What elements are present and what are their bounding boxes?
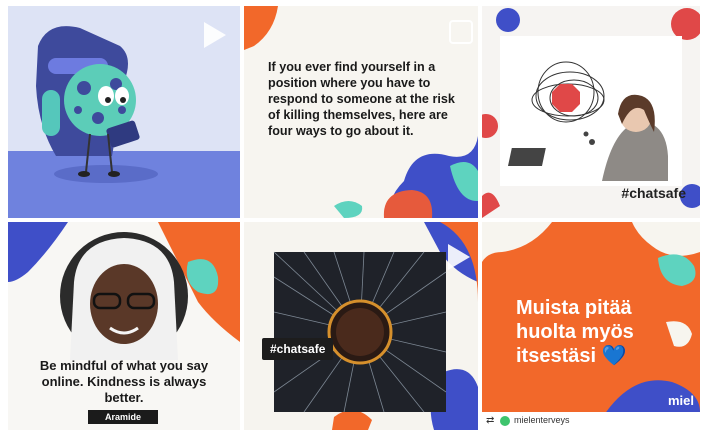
- post-text: Be mindful of what you say online. Kindn…: [39, 358, 209, 405]
- post-tile-chatsafe-stop[interactable]: #chatsafe: [482, 6, 700, 218]
- play-icon: [204, 22, 226, 48]
- post-tile-text-four-ways[interactable]: If you ever find yourself in a position …: [244, 6, 478, 218]
- play-icon: [448, 244, 470, 270]
- repost-bar: ⇄ mielenterveys: [482, 412, 700, 430]
- headline: Muista pitää huolta myös itsestäsi 💙: [516, 296, 686, 368]
- name-tag: Aramide: [88, 410, 158, 424]
- hashtag-chatsafe: #chatsafe: [621, 185, 686, 201]
- account-avatar[interactable]: [500, 416, 510, 426]
- hashtag-chatsafe: #chatsafe: [262, 338, 334, 360]
- post-tile-kindness[interactable]: Be mindful of what you say online. Kindn…: [8, 222, 240, 430]
- brand-logo-text: miel: [667, 393, 694, 408]
- post-grid: If you ever find yourself in a position …: [8, 6, 700, 430]
- post-tile-video-character[interactable]: [8, 6, 240, 218]
- post-tile-finnish-message[interactable]: Muista pitää huolta myös itsestäsi 💙 mie…: [482, 222, 700, 430]
- repost-icon: ⇄: [486, 415, 495, 426]
- abstract-photo: [273, 222, 478, 430]
- carousel-icon: [449, 20, 473, 44]
- heart-icon: 💙: [601, 345, 627, 367]
- account-name[interactable]: mielenterveys: [514, 415, 570, 425]
- post-tile-chatsafe-video[interactable]: #chatsafe: [244, 222, 478, 430]
- post-text: If you ever find yourself in a position …: [268, 60, 455, 138]
